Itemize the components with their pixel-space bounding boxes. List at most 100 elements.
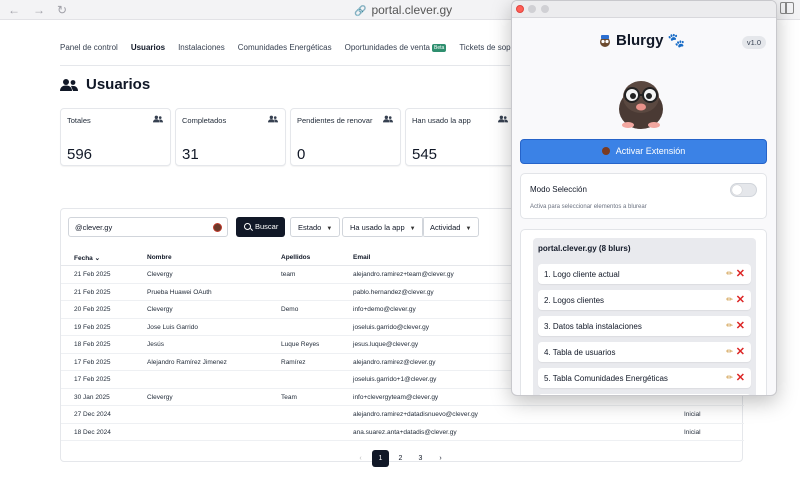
- header-fecha[interactable]: Fecha ⌄: [74, 254, 100, 262]
- nav-item-4[interactable]: Oportunidades de venta Beta: [345, 43, 447, 52]
- cell-estado: Inicial: [684, 411, 701, 418]
- blur-item[interactable]: 1. Logo cliente actual ✏ ✕: [538, 264, 751, 284]
- blur-item-label: 5. Tabla Comunidades Energéticas: [544, 374, 668, 383]
- mole-mascot-image: [619, 81, 663, 129]
- app-usage-filter[interactable]: Ha usado la app ▼: [342, 217, 424, 237]
- table-row[interactable]: 27 Dec 2024 alejandro.ramirez+datadisnuev…: [61, 406, 744, 424]
- address-bar[interactable]: 🔗 portal.clever.gy: [354, 3, 452, 17]
- version-badge: v1.0: [741, 36, 766, 49]
- cell-email: joseluis.garrido+1@clever.gy: [353, 376, 437, 383]
- cell-apellidos: Ramírez: [281, 358, 306, 366]
- nav-item-label: Usuarios: [130, 43, 166, 52]
- page-button[interactable]: 1: [372, 450, 389, 467]
- nav-item-2[interactable]: Instalaciones: [178, 43, 225, 52]
- delete-x-icon[interactable]: ✕: [736, 345, 745, 358]
- search-button[interactable]: Buscar: [236, 217, 285, 237]
- cell-email: info+clevergyteam@clever.gy: [353, 393, 439, 401]
- selection-mode-card: Modo Selección Activa para seleccionar e…: [520, 173, 767, 219]
- cell-email: ana.suarez.anta+datadis@clever.gy: [353, 428, 457, 436]
- cell-fecha: 30 Jan 2025: [74, 393, 110, 401]
- actividad-filter-label: Actividad: [430, 223, 461, 232]
- page-button[interactable]: 2: [392, 450, 409, 467]
- cell-fecha: 19 Feb 2025: [74, 323, 111, 331]
- cell-nombre: Alejandro Ramírez Jimenez: [147, 358, 227, 366]
- stat-value: 31: [182, 146, 199, 163]
- delete-x-icon[interactable]: ✕: [736, 293, 745, 306]
- cell-fecha: 17 Feb 2025: [74, 376, 111, 383]
- blur-item[interactable]: ✏✕: [538, 394, 751, 395]
- delete-x-icon[interactable]: ✕: [736, 319, 745, 332]
- estado-filter[interactable]: Estado ▼: [290, 217, 341, 237]
- search-input[interactable]: @clever.gy: [68, 217, 228, 237]
- nav-item-label: Panel de control: [60, 43, 118, 52]
- nav-item-0[interactable]: Panel de control: [60, 43, 118, 52]
- cell-fecha: 17 Feb 2025: [74, 358, 111, 366]
- close-window-button[interactable]: [516, 5, 524, 13]
- cell-email: alejandro.ramirez+datadisnuevo@clever.gy: [353, 411, 478, 418]
- blurs-list-container[interactable]: portal.clever.gy (8 blurs) 1. Logo clien…: [533, 238, 756, 395]
- cell-fecha: 21 Feb 2025: [74, 271, 111, 278]
- stats-cards: Totales 596 Completados 31 Pendientes de ren…: [60, 108, 516, 166]
- cell-fecha: 21 Feb 2025: [74, 288, 111, 296]
- pencil-icon[interactable]: ✏: [726, 347, 733, 356]
- blur-item-label: 2. Logos clientes: [544, 296, 605, 305]
- cell-fecha: 18 Feb 2025: [74, 341, 111, 348]
- chevron-down-icon: ▼: [326, 226, 333, 232]
- nav-item-1[interactable]: Usuarios: [131, 43, 165, 52]
- back-arrow-icon[interactable]: ←: [8, 3, 20, 17]
- stat-label: Completados: [182, 116, 227, 125]
- minimize-window-button[interactable]: [528, 5, 536, 13]
- reload-icon[interactable]: ↻: [57, 3, 67, 17]
- cell-nombre: Prueba Huawei OAuth: [147, 288, 212, 296]
- blur-item[interactable]: 4. Tabla de usuarios ✏ ✕: [538, 342, 751, 362]
- next-page-button[interactable]: ›: [432, 450, 449, 467]
- nav-item-3[interactable]: Comunidades Energéticas: [238, 43, 332, 52]
- users-icon: [153, 115, 163, 123]
- stat-card: Han usado la app 545: [405, 108, 516, 166]
- cell-apellidos: Demo: [281, 306, 299, 313]
- zoom-window-button[interactable]: [541, 5, 549, 13]
- cell-nombre: Clevergy: [147, 271, 173, 278]
- blurgy-mole-icon[interactable]: [213, 223, 222, 232]
- header-nombre: Nombre: [147, 254, 172, 261]
- table-row[interactable]: 18 Dec 2024 ana.suarez.anta+datadis@cleve…: [61, 424, 744, 441]
- app-usage-filter-label: Ha usado la app: [350, 223, 405, 232]
- nav-item-label: Oportunidades de venta: [344, 43, 431, 52]
- page-title: Usuarios: [60, 76, 150, 93]
- blurgy-extension-popup: Blurgy 🐾 v1.0 Activar Extensión Modo Sel…: [511, 0, 777, 396]
- stat-value: 545: [412, 146, 438, 163]
- stat-label: Totales: [67, 116, 91, 125]
- activate-label: Activar Extensión: [615, 146, 686, 156]
- cell-apellidos: team: [281, 271, 296, 278]
- blur-item[interactable]: 3. Datos tabla instalaciones ✏ ✕: [538, 316, 751, 336]
- pencil-icon[interactable]: ✏: [726, 373, 733, 382]
- prev-page-button[interactable]: ‹: [352, 450, 369, 467]
- url-text: portal.clever.gy: [371, 3, 453, 17]
- pencil-icon[interactable]: ✏: [726, 321, 733, 330]
- activate-extension-button[interactable]: Activar Extensión: [520, 139, 767, 164]
- page-button[interactable]: 3: [412, 450, 429, 467]
- delete-x-icon[interactable]: ✕: [736, 267, 745, 280]
- cell-email: joseluis.garrido@clever.gy: [353, 323, 429, 331]
- sort-chevron-icon: ⌄: [94, 255, 101, 262]
- stat-value: 596: [67, 146, 93, 163]
- beta-badge: Beta: [432, 44, 447, 52]
- blur-item[interactable]: 5. Tabla Comunidades Energéticas ✏ ✕: [538, 368, 751, 388]
- stat-card: Totales 596: [60, 108, 171, 166]
- actividad-filter[interactable]: Actividad ▼: [422, 217, 480, 237]
- popup-titlebar: [512, 1, 776, 18]
- blurs-card: portal.clever.gy (8 blurs) 1. Logo clien…: [520, 229, 767, 395]
- selection-mode-toggle[interactable]: [730, 183, 757, 197]
- mole-icon: [601, 147, 610, 155]
- pencil-icon[interactable]: ✏: [726, 295, 733, 304]
- sidebar-toggle-icon[interactable]: [780, 2, 794, 14]
- forward-arrow-icon[interactable]: →: [33, 3, 45, 17]
- delete-x-icon[interactable]: ✕: [736, 371, 745, 384]
- cell-email: info+demo@clever.gy: [353, 306, 416, 313]
- pencil-icon[interactable]: ✏: [726, 269, 733, 278]
- cell-email: jesus.luque@clever.gy: [353, 341, 419, 348]
- blur-item[interactable]: 2. Logos clientes ✏ ✕: [538, 290, 751, 310]
- cell-apellidos: Luque Reyes: [281, 341, 320, 348]
- cell-email: alejandro.ramirez@clever.gy: [353, 358, 436, 366]
- cell-nombre: Clevergy: [147, 306, 173, 313]
